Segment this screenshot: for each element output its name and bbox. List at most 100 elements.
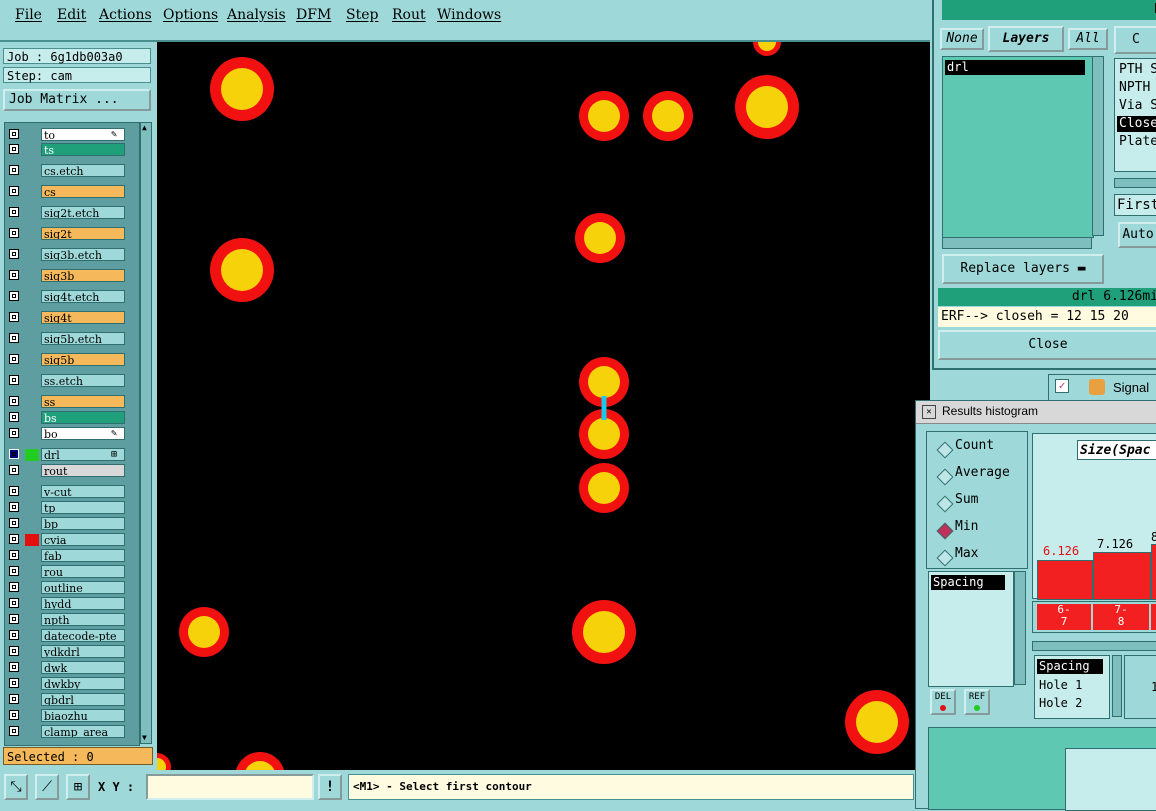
- layer-row-sig2t[interactable]: sig2t: [5, 227, 139, 241]
- layer-row-sig2t.etch[interactable]: sig2t.etch: [5, 206, 139, 220]
- pad-0[interactable]: [210, 57, 274, 121]
- layer-name[interactable]: dwkby: [41, 677, 125, 690]
- layer-row-to[interactable]: to ✎: [5, 128, 139, 142]
- layer-list-scrollbar[interactable]: ▲ ▼: [140, 122, 152, 744]
- layer-name[interactable]: sig5b.etch: [41, 332, 125, 345]
- legend-scrollbar[interactable]: [1112, 655, 1122, 717]
- pad-5[interactable]: [210, 238, 274, 302]
- layer-checkbox[interactable]: [9, 726, 19, 736]
- menu-step[interactable]: Step: [346, 7, 378, 23]
- layer-checkbox[interactable]: [9, 375, 19, 385]
- layer-row-bo[interactable]: bo ✎: [5, 427, 139, 441]
- radio-count[interactable]: [936, 441, 954, 459]
- layer-name[interactable]: bp: [41, 517, 125, 530]
- layer-name[interactable]: cvia: [41, 533, 125, 546]
- pad-14[interactable]: [157, 753, 171, 770]
- layer-name[interactable]: datecode-pte: [41, 629, 125, 642]
- layer-checkbox[interactable]: [9, 598, 19, 608]
- histogram-item-list[interactable]: Spacing: [928, 571, 1014, 687]
- layer-row-sig4t.etch[interactable]: sig4t.etch: [5, 290, 139, 304]
- tab-none[interactable]: None: [940, 28, 984, 50]
- ref-button[interactable]: REF: [964, 689, 990, 715]
- layer-row-hydd[interactable]: hydd: [5, 597, 139, 611]
- replace-layers-dropdown[interactable]: Replace layers ▬: [942, 254, 1104, 284]
- layer-name[interactable]: ss.etch: [41, 374, 125, 387]
- layer-name[interactable]: ss: [41, 395, 125, 408]
- layer-row-sig3b[interactable]: sig3b: [5, 269, 139, 283]
- legend-item-spacing[interactable]: Spacing: [1037, 659, 1103, 674]
- layer-row-tp[interactable]: tp: [5, 501, 139, 515]
- layer-name[interactable]: cs.etch: [41, 164, 125, 177]
- layer-name[interactable]: sig4t: [41, 311, 125, 324]
- layer-name[interactable]: ydkdrl: [41, 645, 125, 658]
- layer-checkbox[interactable]: [9, 582, 19, 592]
- radio-sum[interactable]: [936, 495, 954, 513]
- layer-checkbox[interactable]: [9, 534, 19, 544]
- top-right-button[interactable]: C: [1114, 26, 1156, 54]
- layer-row-ss.etch[interactable]: ss.etch: [5, 374, 139, 388]
- pad-15[interactable]: [753, 42, 781, 56]
- layer-row-rou[interactable]: rou: [5, 565, 139, 579]
- layer-row-sig5b.etch[interactable]: sig5b.etch: [5, 332, 139, 346]
- layer-name[interactable]: tp: [41, 501, 125, 514]
- layer-name[interactable]: dwk: [41, 661, 125, 674]
- layer-row-gbdrl[interactable]: gbdrl: [5, 693, 139, 707]
- pad-graphics[interactable]: [157, 42, 930, 770]
- layer-checkbox[interactable]: [9, 465, 19, 475]
- layer-checkbox[interactable]: [9, 662, 19, 672]
- layer-checkbox[interactable]: [9, 630, 19, 640]
- layer-row-outline[interactable]: outline: [5, 581, 139, 595]
- layer-checkbox[interactable]: [9, 412, 19, 422]
- pad-3[interactable]: [735, 75, 799, 139]
- layer-name[interactable]: sig2t: [41, 227, 125, 240]
- options-hscroll[interactable]: [1114, 178, 1156, 188]
- close-button[interactable]: Close: [938, 330, 1156, 360]
- layer-row-ss[interactable]: ss: [5, 395, 139, 409]
- pad-8[interactable]: [579, 463, 629, 513]
- bin-label-3[interactable]: [1151, 604, 1156, 630]
- tab-layers[interactable]: Layers: [988, 26, 1064, 52]
- layer-row-clamp_area[interactable]: clamp_area: [5, 725, 139, 739]
- bin-label-1[interactable]: 6- 7: [1037, 604, 1091, 630]
- layer-checkbox[interactable]: [9, 502, 19, 512]
- layer-checkbox[interactable]: [9, 550, 19, 560]
- layer-name[interactable]: cs: [41, 185, 125, 198]
- layer-row-biaozhu[interactable]: biaozhu: [5, 709, 139, 723]
- bin-label-2[interactable]: 7- 8: [1093, 604, 1149, 630]
- layer-checkbox[interactable]: [9, 396, 19, 406]
- layer-checkbox[interactable]: [9, 614, 19, 624]
- layer-row-sig3b.etch[interactable]: sig3b.etch: [5, 248, 139, 262]
- histogram-bar-1[interactable]: [1037, 560, 1093, 600]
- job-matrix-button[interactable]: Job Matrix ...: [3, 89, 151, 111]
- layer-checkbox[interactable]: [9, 291, 19, 301]
- check-option[interactable]: Via S: [1117, 98, 1156, 114]
- histogram-bar-3[interactable]: [1151, 544, 1156, 600]
- layer-name[interactable]: sig3b.etch: [41, 248, 125, 261]
- xy-input[interactable]: [146, 774, 314, 800]
- radio-max[interactable]: [936, 549, 954, 567]
- layer-checkbox[interactable]: [9, 486, 19, 496]
- layer-name[interactable]: biaozhu: [41, 709, 125, 722]
- layer-checkbox[interactable]: [9, 518, 19, 528]
- layer-checkbox[interactable]: [9, 710, 19, 720]
- layer-name[interactable]: ts: [41, 143, 125, 156]
- layer-name[interactable]: hydd: [41, 597, 125, 610]
- menu-options[interactable]: Options: [163, 7, 218, 23]
- pad-13[interactable]: [235, 752, 285, 770]
- check-options-list[interactable]: PTH S NPTH Via S Close Plate: [1114, 58, 1156, 172]
- radio-min[interactable]: [936, 522, 954, 540]
- window-close-icon[interactable]: ✕: [922, 405, 936, 419]
- menu-windows[interactable]: Windows: [437, 7, 501, 23]
- layer-row-npth[interactable]: npth: [5, 613, 139, 627]
- graphics-canvas[interactable]: [157, 42, 930, 770]
- layer-row-dwk[interactable]: dwk: [5, 661, 139, 675]
- layer-checkbox[interactable]: [9, 312, 19, 322]
- layer-name[interactable]: rout: [41, 464, 125, 477]
- layer-row-ts[interactable]: ts: [5, 143, 139, 157]
- layer-row-sig5b[interactable]: sig5b: [5, 353, 139, 367]
- check-option[interactable]: PTH S: [1117, 62, 1156, 78]
- layer-row-rout[interactable]: rout: [5, 464, 139, 478]
- layer-name[interactable]: npth: [41, 613, 125, 626]
- layer-row-cs[interactable]: cs: [5, 185, 139, 199]
- layer-row-bp[interactable]: bp: [5, 517, 139, 531]
